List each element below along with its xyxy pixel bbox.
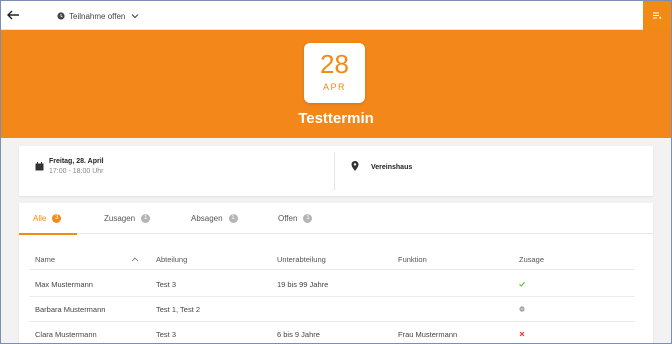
tab-count-badge: 3 [52,214,62,223]
tab-offen[interactable]: Offen 1 [278,203,313,234]
active-tab-indicator [19,233,77,235]
pending-icon [519,306,525,312]
calendar-icon [35,162,44,171]
cell-name[interactable]: Max Mustermann [35,280,93,289]
tab-zusagen[interactable]: Zusagen 1 [104,203,151,234]
event-hero: 28 APR Testtermin [1,30,671,138]
tab-absagen[interactable]: Absagen 1 [191,203,238,234]
arrow-left-icon[interactable] [5,7,21,23]
cell-unterabteilung: 19 bis 99 Jahre [277,280,329,289]
tab-count-badge: 1 [141,214,151,223]
date-day: 28 [320,49,349,79]
list-menu-icon [653,12,662,19]
chevron-up-icon[interactable] [131,256,139,262]
event-location: Vereinshaus [371,164,413,171]
tab-label: Alle [33,214,47,223]
column-header-name[interactable]: Name [35,255,55,264]
tab-label: Absagen [191,214,223,223]
tab-count-badge: 1 [228,214,238,223]
cell-name[interactable]: Clara Mustermann [35,330,97,339]
row-divider [29,296,635,297]
attendance-status-dropdown[interactable]: Teilnahme offen [57,9,139,23]
filter-tabs: Alle 3 Zusagen 1 Absagen 1 Offen 1 [19,203,653,235]
event-time: 17:00 - 18:00 Uhr [49,168,104,175]
event-info-card: Freitag, 28. April 17:00 - 18:00 Uhr Ver… [19,146,653,196]
tab-label: Zusagen [104,214,136,223]
cell-abteilung: Test 3 [156,330,177,339]
tab-label: Offen [278,214,298,223]
date-month: APR [322,82,346,92]
event-title: Testtermin [298,110,374,127]
top-bar: Teilnahme offen [1,1,671,30]
cell-name[interactable]: Barbara Mustermann [35,305,105,314]
row-divider [29,269,635,270]
column-header-abteilung: Abteilung [156,255,188,264]
tab-count-badge: 1 [303,214,313,223]
cell-abteilung: Test 3 [156,280,177,289]
info-divider [334,152,335,190]
clock-icon [57,12,65,20]
column-header-funktion: Funktion [398,255,427,264]
date-card: 28 APR [304,43,365,103]
cell-funktion: Frau Mustermann [398,330,458,339]
row-divider [29,321,635,322]
tab-alle[interactable]: Alle 3 [33,203,62,234]
column-header-zusage: Zusage [519,255,545,264]
cell-unterabteilung: 6 bis 9 Jahre [277,330,320,339]
event-date: Freitag, 28. April [49,158,104,165]
participants-card: Alle 3 Zusagen 1 Absagen 1 Offen 1 Name … [19,203,653,343]
menu-button[interactable] [643,1,671,30]
status-label: Teilnahme offen [69,11,126,21]
app-frame: Teilnahme offen 28 APR Testtermin Freita… [0,0,672,344]
chevron-down-icon [131,14,139,19]
column-header-unterabteilung: Unterabteilung [277,255,326,264]
map-pin-icon [351,161,359,171]
cross-icon [519,331,525,337]
cell-abteilung: Test 1, Test 2 [156,305,201,314]
check-icon [519,281,526,287]
